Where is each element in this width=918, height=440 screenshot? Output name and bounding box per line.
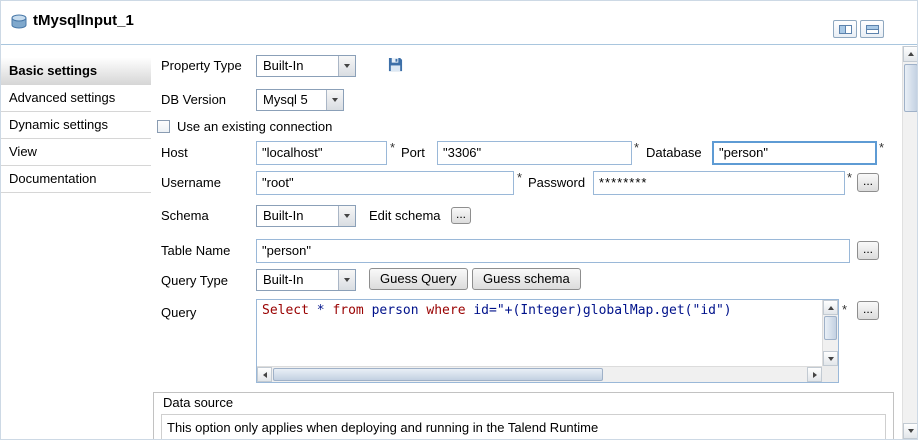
guess-schema-button[interactable]: Guess schema: [472, 268, 581, 290]
restore-panel-button[interactable]: [860, 20, 884, 38]
scrollbar-corner: [822, 366, 838, 382]
database-required-marker: *: [879, 139, 889, 157]
username-required-marker: *: [517, 169, 527, 187]
port-label: Port: [401, 141, 425, 165]
chevron-down-icon: [326, 90, 343, 110]
data-source-group: Data source This option only applies whe…: [153, 392, 894, 440]
query-type-value: Built-In: [263, 270, 303, 290]
property-type-value: Built-In: [263, 56, 303, 76]
query-ellipsis-button[interactable]: ...: [857, 301, 879, 320]
chevron-down-icon: [338, 56, 355, 76]
port-field[interactable]: "3306": [437, 141, 632, 165]
schema-combo[interactable]: Built-In: [256, 205, 356, 227]
split-view-icon: [839, 25, 852, 34]
username-field[interactable]: "root": [256, 171, 514, 195]
db-version-combo[interactable]: Mysql 5: [256, 89, 344, 111]
sidebar-item-dynamic-settings[interactable]: Dynamic settings: [1, 112, 151, 139]
scroll-down-icon[interactable]: [903, 423, 918, 439]
port-required-marker: *: [634, 139, 644, 157]
schema-value: Built-In: [263, 206, 303, 226]
component-settings-panel: tMysqlInput_1 Basic settings Advanced se…: [0, 0, 918, 440]
table-name-field[interactable]: "person": [256, 239, 850, 263]
scroll-left-icon[interactable]: [257, 367, 272, 382]
query-type-label: Query Type: [161, 269, 228, 293]
settings-sidebar: Basic settings Advanced settings Dynamic…: [1, 46, 151, 439]
query-required-marker: *: [842, 301, 852, 319]
schema-label: Schema: [161, 204, 209, 228]
table-name-ellipsis-button[interactable]: ...: [857, 241, 879, 260]
database-component-icon: [10, 14, 28, 30]
password-required-marker: *: [847, 169, 857, 187]
scroll-up-icon[interactable]: [903, 46, 918, 62]
property-type-label: Property Type: [161, 54, 242, 78]
query-label: Query: [161, 301, 196, 325]
sidebar-item-view[interactable]: View: [1, 139, 151, 166]
panel-scroll-thumb[interactable]: [904, 64, 918, 112]
chevron-down-icon: [338, 206, 355, 226]
query-text[interactable]: Select * from person where id="+(Integer…: [262, 303, 820, 318]
db-version-label: DB Version: [161, 88, 226, 112]
password-label: Password: [528, 171, 585, 195]
query-type-combo[interactable]: Built-In: [256, 269, 356, 291]
edit-schema-ellipsis-button[interactable]: ...: [451, 207, 471, 224]
horizontal-scroll-thumb[interactable]: [273, 368, 603, 381]
property-type-combo[interactable]: Built-In: [256, 55, 356, 77]
panel-vertical-scrollbar[interactable]: [902, 46, 918, 439]
host-label: Host: [161, 141, 188, 165]
scroll-down-icon[interactable]: [823, 351, 838, 366]
data-source-note: This option only applies when deploying …: [161, 414, 886, 440]
use-existing-connection-label: Use an existing connection: [177, 115, 332, 139]
password-field[interactable]: ********: [593, 171, 845, 195]
host-field[interactable]: "localhost": [256, 141, 387, 165]
database-label: Database: [646, 141, 702, 165]
maximize-panel-button[interactable]: [833, 20, 857, 38]
scroll-right-icon[interactable]: [807, 367, 822, 382]
scroll-up-icon[interactable]: [823, 300, 838, 315]
edit-schema-label: Edit schema: [369, 204, 441, 228]
data-source-group-label: Data source: [163, 395, 233, 410]
sidebar-item-advanced-settings[interactable]: Advanced settings: [1, 85, 151, 112]
header: tMysqlInput_1: [1, 1, 917, 45]
query-horizontal-scrollbar[interactable]: [257, 366, 822, 382]
table-name-label: Table Name: [161, 239, 230, 263]
database-field[interactable]: "person": [712, 141, 877, 165]
query-vertical-scrollbar[interactable]: [822, 300, 838, 366]
guess-query-button[interactable]: Guess Query: [369, 268, 468, 290]
vertical-scroll-thumb[interactable]: [824, 316, 837, 340]
password-ellipsis-button[interactable]: ...: [857, 173, 879, 192]
sidebar-list: Basic settings Advanced settings Dynamic…: [1, 58, 151, 193]
page-title: tMysqlInput_1: [33, 12, 134, 29]
db-version-value: Mysql 5: [263, 90, 308, 110]
chevron-down-icon: [338, 270, 355, 290]
sidebar-item-basic-settings[interactable]: Basic settings: [1, 58, 151, 85]
host-required-marker: *: [390, 139, 400, 157]
query-editor[interactable]: Select * from person where id="+(Integer…: [256, 299, 839, 383]
stacked-view-icon: [866, 25, 879, 34]
username-label: Username: [161, 171, 221, 195]
use-existing-connection-checkbox[interactable]: [157, 120, 170, 133]
sidebar-item-documentation[interactable]: Documentation: [1, 166, 151, 193]
save-property-icon[interactable]: [388, 57, 403, 75]
